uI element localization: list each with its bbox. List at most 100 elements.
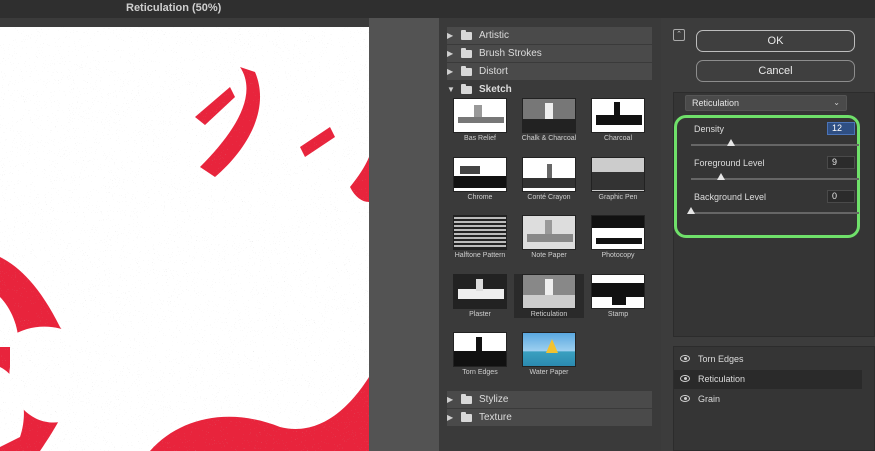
param-label: Density [694, 124, 725, 134]
filter-label: Torn Edges [462, 369, 498, 376]
foreground-level-input[interactable]: 9 [827, 156, 855, 169]
category-texture[interactable]: ▶ Texture [447, 409, 652, 426]
filter-label: Photocopy [601, 252, 635, 259]
filter-thumb-torn-edges[interactable]: Torn Edges [445, 332, 515, 376]
category-label: Texture [479, 412, 512, 423]
category-label: Distort [479, 66, 508, 77]
effect-layers-panel: Torn Edges Reticulation Grain [673, 346, 875, 451]
layer-label: Grain [698, 394, 721, 404]
filter-select-value: Reticulation [692, 98, 740, 108]
filter-label: Bas Relief [464, 135, 496, 142]
thumbnail-image [591, 98, 645, 133]
param-label: Foreground Level [694, 158, 765, 168]
collapse-gallery-icon[interactable]: ⌃ [673, 29, 685, 41]
param-foreground-level: Foreground Level 9 [691, 156, 859, 188]
thumbnail-image [453, 274, 507, 309]
eye-icon[interactable] [680, 355, 690, 362]
layer-torn-edges[interactable]: Torn Edges [674, 350, 862, 369]
triangle-right-icon: ▶ [447, 395, 454, 404]
background-level-slider-track[interactable] [691, 212, 859, 214]
triangle-right-icon: ▶ [447, 413, 454, 422]
thumbnail-image [591, 274, 645, 309]
filter-thumb-chalk-charcoal[interactable]: Chalk & Charcoal [514, 98, 584, 142]
preview-image [0, 27, 369, 451]
foreground-level-slider-track[interactable] [691, 178, 859, 180]
thumbnail-image [453, 98, 507, 133]
category-artistic[interactable]: ▶ Artistic [447, 27, 652, 44]
eye-icon[interactable] [680, 375, 690, 382]
title-bar: Reticulation (50%) [0, 0, 875, 18]
filter-label: Stamp [607, 311, 629, 318]
filter-gallery: ▶ Artistic ▶ Brush Strokes ▶ Distort ▼ S… [439, 18, 661, 451]
filter-thumb-stamp[interactable]: Stamp [583, 274, 653, 318]
filter-preview-canvas[interactable] [0, 27, 369, 451]
filter-label: Graphic Pen [598, 194, 638, 201]
category-label: Stylize [479, 394, 509, 405]
thumbnail-image [453, 215, 507, 250]
density-slider-track[interactable] [691, 144, 859, 146]
param-background-level: Background Level 0 [687, 190, 859, 222]
param-density: Density 12 [691, 122, 859, 154]
filter-label: Conté Crayon [527, 194, 571, 201]
filter-select[interactable]: Reticulation ⌄ [685, 95, 847, 111]
window-title: Reticulation (50%) [126, 2, 222, 14]
background-level-slider-knob[interactable] [687, 207, 695, 214]
folder-icon [461, 29, 472, 40]
chevron-down-icon: ⌄ [833, 98, 840, 107]
layer-label: Reticulation [698, 374, 746, 384]
filter-settings-panel: ⌃ OK Cancel Reticulation ⌄ Density 12 Fo… [661, 18, 875, 451]
thumbnail-image [522, 215, 576, 250]
thumbnail-image [522, 274, 576, 309]
thumbnail-image [522, 157, 576, 192]
parameters-highlight: Density 12 Foreground Level 9 Background… [674, 115, 860, 238]
folder-icon [461, 393, 472, 404]
ok-button[interactable]: OK [696, 30, 855, 52]
filter-thumb-graphic-pen[interactable]: Graphic Pen [583, 157, 653, 201]
density-input[interactable]: 12 [827, 122, 855, 135]
filter-label: Reticulation [530, 311, 568, 318]
thumbnail-image [453, 157, 507, 192]
folder-icon [461, 83, 472, 94]
folder-icon [461, 47, 472, 58]
density-slider-knob[interactable] [727, 139, 736, 146]
filter-label: Halftone Pattern [454, 252, 506, 259]
layer-label: Torn Edges [698, 354, 744, 364]
eye-icon[interactable] [680, 395, 690, 402]
filter-thumb-conte-crayon[interactable]: Conté Crayon [514, 157, 584, 201]
filter-thumb-bas-relief[interactable]: Bas Relief [445, 98, 515, 142]
folder-icon [461, 65, 472, 76]
folder-icon [461, 411, 472, 422]
triangle-right-icon: ▶ [447, 49, 454, 58]
layer-reticulation[interactable]: Reticulation [674, 370, 862, 389]
filter-thumb-water-paper[interactable]: Water Paper [514, 332, 584, 376]
filter-thumb-chrome[interactable]: Chrome [445, 157, 515, 201]
triangle-down-icon: ▼ [447, 85, 455, 94]
filter-label: Chalk & Charcoal [521, 135, 577, 142]
filter-thumb-reticulation[interactable]: Reticulation [514, 274, 584, 318]
cancel-button[interactable]: Cancel [696, 60, 855, 82]
background-level-input[interactable]: 0 [827, 190, 855, 203]
category-stylize[interactable]: ▶ Stylize [447, 391, 652, 408]
filter-thumb-halftone-pattern[interactable]: Halftone Pattern [445, 215, 515, 259]
filter-label: Chrome [467, 194, 493, 201]
filter-thumb-photocopy[interactable]: Photocopy [583, 215, 653, 259]
canvas-gutter [369, 18, 803, 451]
category-label: Sketch [479, 84, 512, 95]
triangle-right-icon: ▶ [447, 67, 454, 76]
thumbnail-image [591, 215, 645, 250]
category-brush-strokes[interactable]: ▶ Brush Strokes [447, 45, 652, 62]
filter-label: Charcoal [603, 135, 632, 142]
filter-label: Water Paper [529, 369, 569, 376]
filter-thumb-plaster[interactable]: Plaster [445, 274, 515, 318]
category-distort[interactable]: ▶ Distort [447, 63, 652, 80]
foreground-level-slider-knob[interactable] [717, 173, 726, 180]
filter-label: Plaster [469, 311, 491, 318]
filter-thumb-charcoal[interactable]: Charcoal [583, 98, 653, 142]
filter-thumb-note-paper[interactable]: Note Paper [514, 215, 584, 259]
category-sketch[interactable]: ▼ Sketch [447, 81, 652, 98]
category-label: Artistic [479, 30, 509, 41]
category-label: Brush Strokes [479, 48, 542, 59]
filter-label: Note Paper [531, 252, 567, 259]
layer-grain[interactable]: Grain [674, 390, 862, 409]
thumbnail-image [591, 157, 645, 192]
